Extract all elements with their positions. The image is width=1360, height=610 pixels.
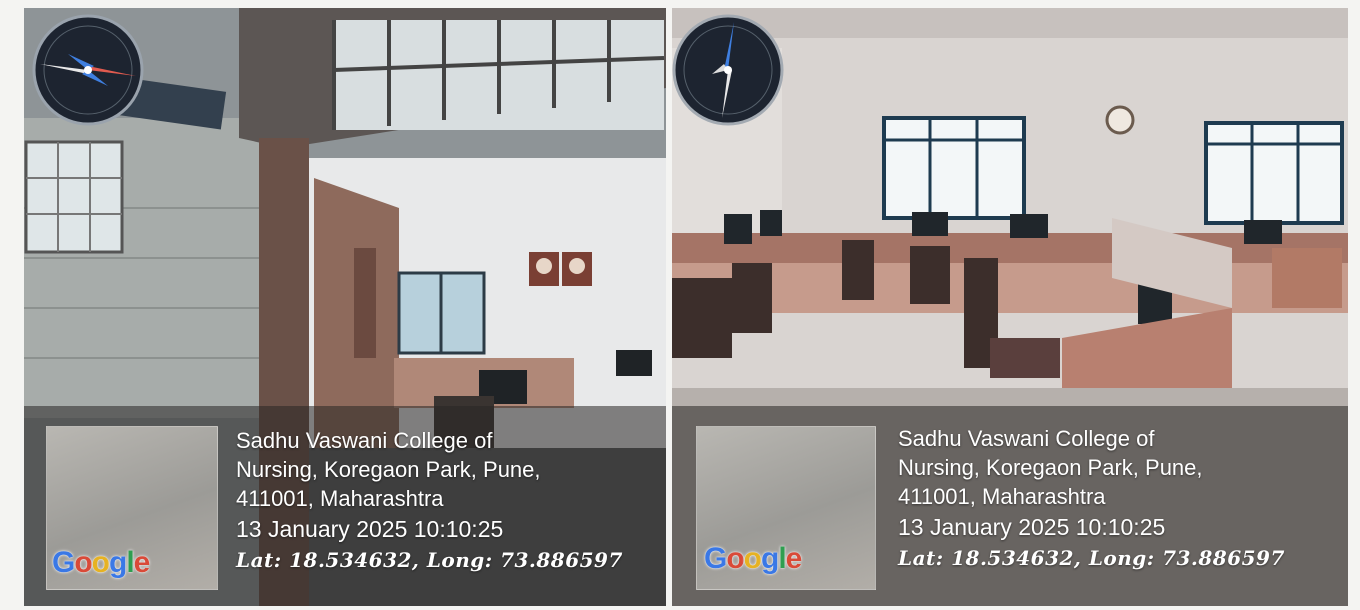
- coordinates: Lat: 18.534632, Long: 73.886597: [898, 546, 1285, 570]
- address-line-3: 411001, Maharashtra: [236, 486, 444, 511]
- geotag-info: Sadhu Vaswani College of Nursing, Korega…: [898, 424, 1285, 573]
- compass-icon: [672, 14, 784, 126]
- geotag-info: Sadhu Vaswani College of Nursing, Korega…: [236, 426, 623, 575]
- geotag-photo-left: Google Sadhu Vaswani College of Nursing,…: [24, 8, 666, 606]
- address-line-3: 411001, Maharashtra: [898, 484, 1106, 509]
- timestamp: 13 January 2025 10:10:25: [898, 514, 1166, 540]
- address-line-1: Sadhu Vaswani College of: [898, 426, 1155, 451]
- compass-icon: [32, 14, 144, 126]
- address-line-2: Nursing, Koregaon Park, Pune,: [236, 457, 541, 482]
- google-logo: Google: [52, 546, 150, 579]
- coordinates: Lat: 18.534632, Long: 73.886597: [236, 548, 623, 572]
- google-logo: Google: [704, 542, 802, 575]
- timestamp: 13 January 2025 10:10:25: [236, 516, 504, 542]
- geotag-photo-right: Google Sadhu Vaswani College of Nursing,…: [672, 8, 1348, 606]
- address-line-2: Nursing, Koregaon Park, Pune,: [898, 455, 1203, 480]
- address-line-1: Sadhu Vaswani College of: [236, 428, 493, 453]
